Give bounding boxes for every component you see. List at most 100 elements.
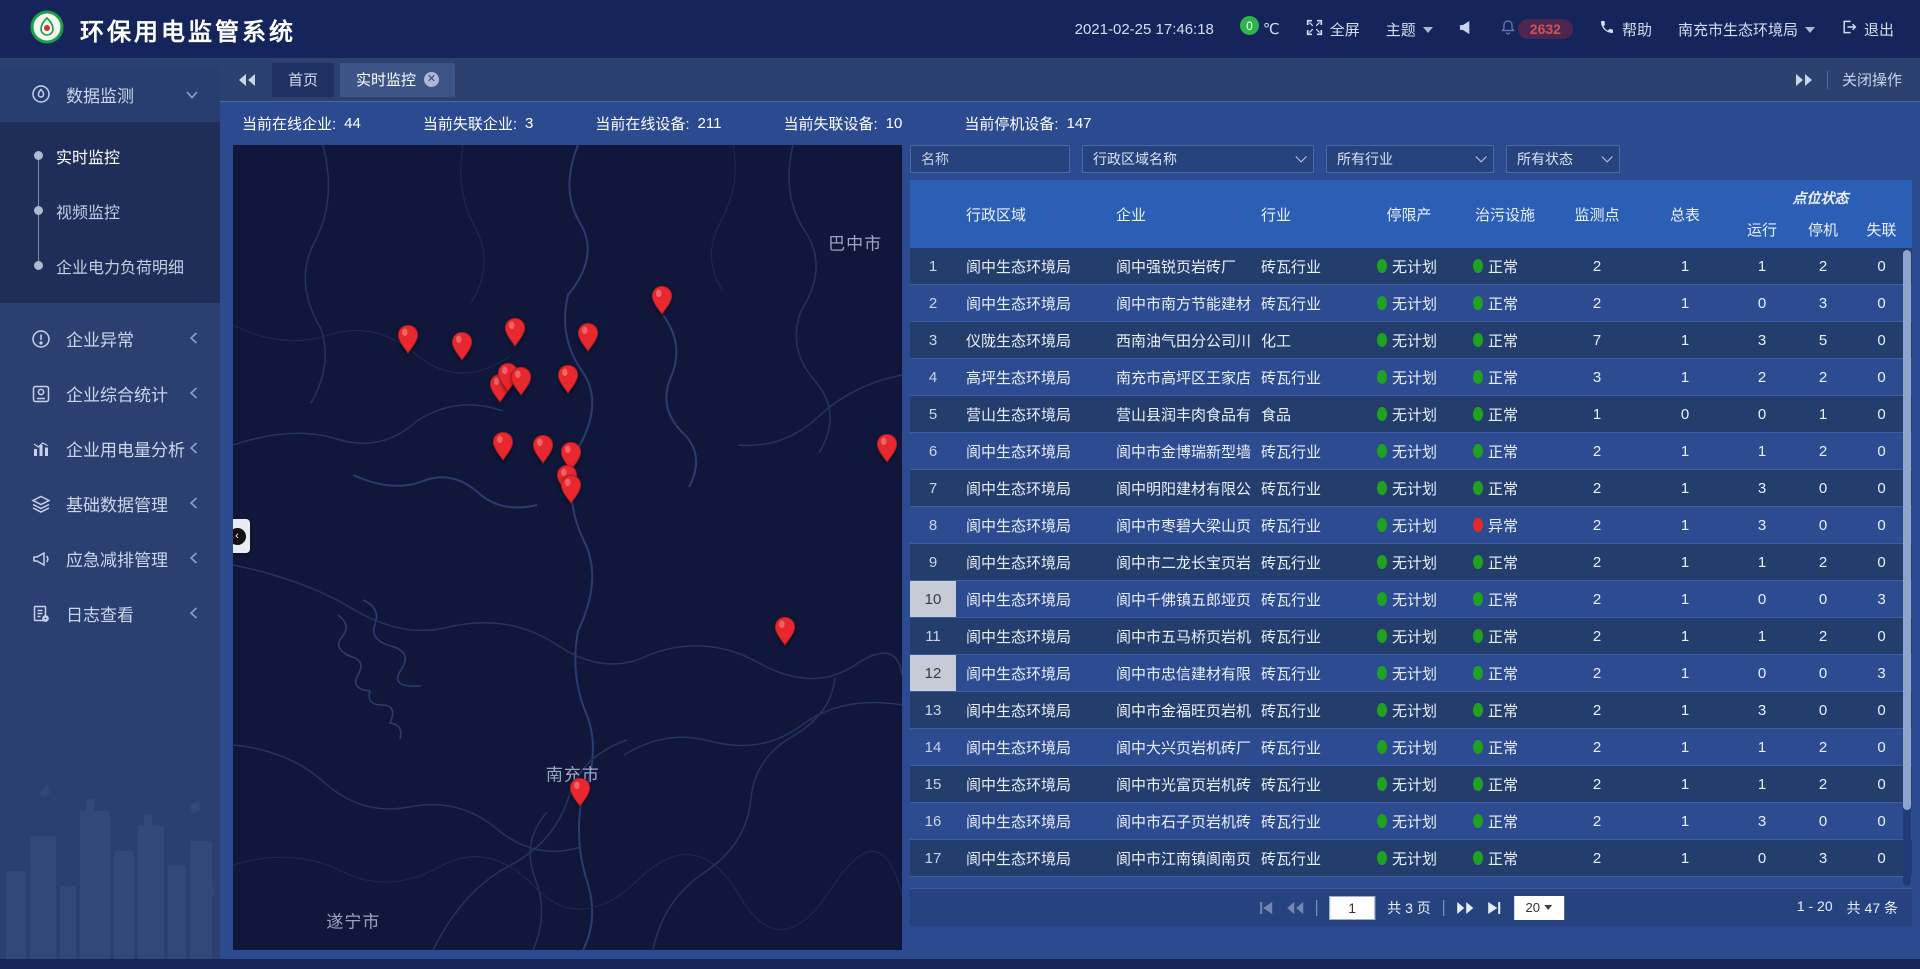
sidebar-item-power-load-detail[interactable]: 企业电力负荷明细 bbox=[0, 238, 220, 293]
exit-icon bbox=[1841, 19, 1857, 39]
tab-realtime-monitoring[interactable]: 实时监控 ✕ bbox=[340, 63, 455, 97]
chevron-left-icon bbox=[190, 439, 198, 459]
col-header-industry: 行业 bbox=[1251, 180, 1361, 248]
page-number-input[interactable] bbox=[1329, 896, 1375, 920]
status-select[interactable]: 所有状态 bbox=[1506, 145, 1620, 173]
industry-select[interactable]: 所有行业 bbox=[1326, 145, 1494, 173]
map-pins bbox=[233, 145, 902, 950]
status-dot-green bbox=[1473, 333, 1483, 347]
help-button[interactable]: 帮助 bbox=[1599, 19, 1652, 40]
map-pin[interactable] bbox=[492, 431, 514, 461]
col-header-company: 企业 bbox=[1106, 180, 1251, 248]
sidebar-item-realtime-monitoring[interactable]: 实时监控 bbox=[0, 128, 220, 183]
table-row[interactable]: 3仪陇生态环境局西南油气田分公司川中化工无计划正常71350 bbox=[910, 322, 1912, 359]
notification-count-badge: 2632 bbox=[1518, 19, 1573, 39]
table-row[interactable]: 9阆中生态环境局阆中市二龙长宝页岩砖砖瓦行业无计划正常21120 bbox=[910, 544, 1912, 581]
chevron-down-icon bbox=[1295, 151, 1306, 162]
table-row[interactable]: 12阆中生态环境局阆中市忠信建材有限公砖瓦行业无计划正常21003 bbox=[910, 655, 1912, 692]
notification-button[interactable]: 2632 bbox=[1500, 19, 1573, 39]
first-page-button[interactable] bbox=[1258, 901, 1274, 915]
table-row[interactable]: 8阆中生态环境局阆中市枣碧大梁山页岩砖瓦行业无计划异常21300 bbox=[910, 507, 1912, 544]
speaker-icon bbox=[1459, 20, 1474, 39]
table-row[interactable]: 4高坪生态环境局南充市高坪区王家店建砖瓦行业无计划正常31220 bbox=[910, 359, 1912, 396]
panel-collapse-button[interactable]: ‹ bbox=[233, 519, 250, 553]
map-pin[interactable] bbox=[397, 325, 419, 355]
sidebar-item-video-monitoring[interactable]: 视频监控 bbox=[0, 183, 220, 238]
tabs-scroll-left-button[interactable] bbox=[238, 73, 256, 87]
enterprise-panel: 行政区域名称 所有行业 所有状态 行政区域 企业 行业 bbox=[910, 145, 1912, 969]
table-row[interactable]: 15阆中生态环境局阆中市光富页岩机砖厂砖瓦行业无计划正常21120 bbox=[910, 766, 1912, 803]
table-row[interactable]: 1阆中生态环境局阆中强锐页岩砖厂砖瓦行业无计划正常21120 bbox=[910, 248, 1912, 285]
org-dropdown[interactable]: 南充市生态环境局 bbox=[1678, 19, 1815, 40]
table-row[interactable]: 10阆中生态环境局阆中千佛镇五郎垭页岩砖瓦行业无计划正常21003 bbox=[910, 581, 1912, 618]
table-row[interactable]: 13阆中生态环境局阆中市金福旺页岩机砖砖瓦行业无计划正常21300 bbox=[910, 692, 1912, 729]
chevron-left-circle-icon: ‹ bbox=[233, 528, 246, 545]
status-dot-green bbox=[1473, 740, 1483, 754]
status-dot-green bbox=[1473, 777, 1483, 791]
table-scrollbar[interactable] bbox=[1903, 250, 1911, 886]
sidebar-item-base-data-management[interactable]: 基础数据管理 bbox=[0, 476, 220, 531]
region-select[interactable]: 行政区域名称 bbox=[1082, 145, 1314, 173]
status-dot-green bbox=[1377, 703, 1387, 717]
prev-page-button[interactable] bbox=[1286, 901, 1304, 915]
chevron-down-icon bbox=[1544, 905, 1552, 910]
fullscreen-button[interactable]: 全屏 bbox=[1306, 19, 1360, 40]
map-pin[interactable] bbox=[774, 616, 796, 646]
name-search-input[interactable] bbox=[910, 145, 1070, 173]
chevron-down-icon bbox=[1601, 151, 1612, 162]
total-pages-label: 共 3 页 bbox=[1387, 898, 1431, 918]
brand: 环保用电监管系统 bbox=[30, 10, 296, 49]
table-row[interactable]: 11阆中生态环境局阆中市五马桥页岩机砖砖瓦行业无计划正常21120 bbox=[910, 618, 1912, 655]
table-row[interactable]: 7阆中生态环境局阆中明阳建材有限公司砖瓦行业无计划正常21300 bbox=[910, 470, 1912, 507]
table-row[interactable]: 16阆中生态环境局阆中市石子页岩机砖厂砖瓦行业无计划正常21300 bbox=[910, 803, 1912, 840]
map-pin[interactable] bbox=[532, 434, 554, 464]
next-page-button[interactable] bbox=[1456, 901, 1474, 915]
page-size-select[interactable]: 20 bbox=[1514, 896, 1564, 920]
close-icon[interactable]: ✕ bbox=[424, 72, 439, 87]
status-dot-green bbox=[1377, 666, 1387, 680]
map-canvas[interactable]: 巴中市南充市遂宁市 ‹ bbox=[233, 145, 902, 950]
chevron-left-icon bbox=[190, 604, 198, 624]
sidebar-item-emergency-reduction[interactable]: 应急减排管理 bbox=[0, 531, 220, 586]
theme-dropdown[interactable]: 主题 bbox=[1386, 19, 1433, 40]
map-pin[interactable] bbox=[651, 285, 673, 315]
sidebar-item-enterprise-abnormal[interactable]: 企业异常 bbox=[0, 311, 220, 366]
app-logo-icon bbox=[30, 10, 64, 49]
map-pin[interactable] bbox=[510, 367, 532, 397]
col-header-points: 监测点 bbox=[1553, 180, 1641, 248]
status-dot-green bbox=[1377, 444, 1387, 458]
mute-speaker-button[interactable] bbox=[1459, 20, 1474, 39]
map-pin[interactable] bbox=[560, 474, 582, 504]
table-row[interactable]: 18南部生态环境局南部县砚华水泥有限公建材行业无计划正常60060 bbox=[910, 877, 1912, 888]
table-row[interactable]: 2阆中生态环境局阆中市南方节能建材有砖瓦行业无计划正常21030 bbox=[910, 285, 1912, 322]
bell-icon bbox=[1500, 19, 1516, 39]
tabs-scroll-right-button[interactable] bbox=[1795, 73, 1813, 87]
close-operations-button[interactable]: 关闭操作 bbox=[1842, 69, 1902, 90]
sidebar-item-enterprise-statistics[interactable]: 企业综合统计 bbox=[0, 366, 220, 421]
map-pin[interactable] bbox=[504, 317, 526, 347]
sidebar-item-data-monitoring[interactable]: 数据监测 bbox=[0, 66, 220, 122]
map-pin[interactable] bbox=[557, 364, 579, 394]
map-pin[interactable] bbox=[577, 322, 599, 352]
sidebar-item-log-view[interactable]: 日志查看 bbox=[0, 586, 220, 641]
last-page-button[interactable] bbox=[1486, 901, 1502, 915]
chevron-left-icon bbox=[190, 549, 198, 569]
table-row[interactable]: 5营山生态环境局营山县润丰肉食品有限食品无计划正常10010 bbox=[910, 396, 1912, 433]
map-pin[interactable] bbox=[876, 433, 898, 463]
map-pin[interactable] bbox=[451, 331, 473, 361]
logout-button[interactable]: 退出 bbox=[1841, 19, 1894, 40]
temperature-unit: ℃ bbox=[1263, 20, 1280, 38]
fullscreen-icon bbox=[1306, 19, 1323, 40]
col-header-stopped: 停机 bbox=[1795, 210, 1851, 248]
table-row[interactable]: 17阆中生态环境局阆中市江南镇阆南页岩砖瓦行业无计划正常21030 bbox=[910, 840, 1912, 877]
map-pin[interactable] bbox=[569, 777, 591, 807]
status-dot-green bbox=[1473, 555, 1483, 569]
stat-stopped-devices: 当前停机设备:147 bbox=[964, 113, 1091, 134]
table-row[interactable]: 14阆中生态环境局阆中大兴页岩机砖厂砖瓦行业无计划正常21120 bbox=[910, 729, 1912, 766]
status-dot-green bbox=[1377, 629, 1387, 643]
sidebar-item-power-usage-analysis[interactable]: 企业用电量分析 bbox=[0, 421, 220, 476]
tab-home[interactable]: 首页 bbox=[272, 63, 334, 97]
table-row[interactable]: 6阆中生态环境局阆中市金博瑞新型墙材砖瓦行业无计划正常21120 bbox=[910, 433, 1912, 470]
log-document-icon bbox=[30, 603, 52, 625]
status-dot-red bbox=[1473, 518, 1483, 532]
